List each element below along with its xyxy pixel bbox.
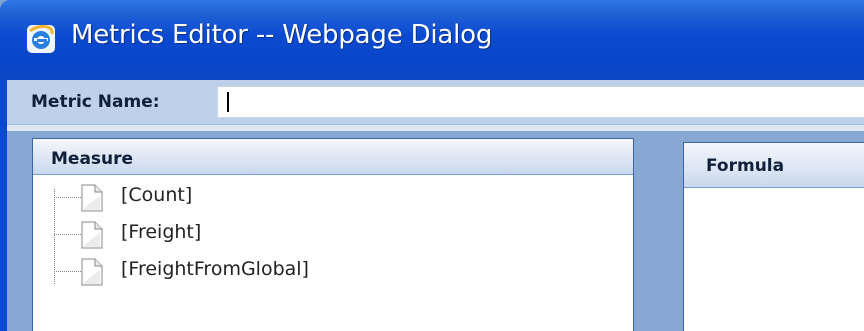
metric-name-input[interactable] [217,86,864,118]
window-frame-left [0,80,7,331]
measure-header-label: Measure [51,149,134,169]
tree-item-label: [Count] [121,184,193,206]
text-caret [227,92,229,112]
tree-branch [54,234,81,235]
tree-branch [54,271,81,272]
document-icon [81,184,103,212]
formula-panel-header: Formula [684,143,864,188]
measure-panel: Measure [Count] [Freight] [FreightFromGl… [32,138,634,331]
formula-header-label: Formula [706,156,785,176]
metric-name-label: Metric Name: [31,92,160,112]
document-icon [81,221,103,249]
window-title: Metrics Editor -- Webpage Dialog [71,20,493,50]
ie-icon [27,25,55,53]
tree-item-count[interactable]: [Count] [54,183,454,213]
document-icon [81,258,103,286]
metrics-editor-window: Metrics Editor -- Webpage Dialog Metric … [0,0,864,331]
measure-panel-header: Measure [33,139,633,175]
metric-name-row: Metric Name: [7,80,864,125]
tree-item-freight[interactable]: [Freight] [54,220,454,250]
tree-item-label: [Freight] [121,221,202,243]
title-bar[interactable]: Metrics Editor -- Webpage Dialog [0,0,864,80]
tree-item-label: [FreightFromGlobal] [121,258,309,280]
tree-branch [54,197,81,198]
tree-item-freightfromglobal[interactable]: [FreightFromGlobal] [54,257,454,287]
formula-panel[interactable]: Formula [683,142,864,331]
